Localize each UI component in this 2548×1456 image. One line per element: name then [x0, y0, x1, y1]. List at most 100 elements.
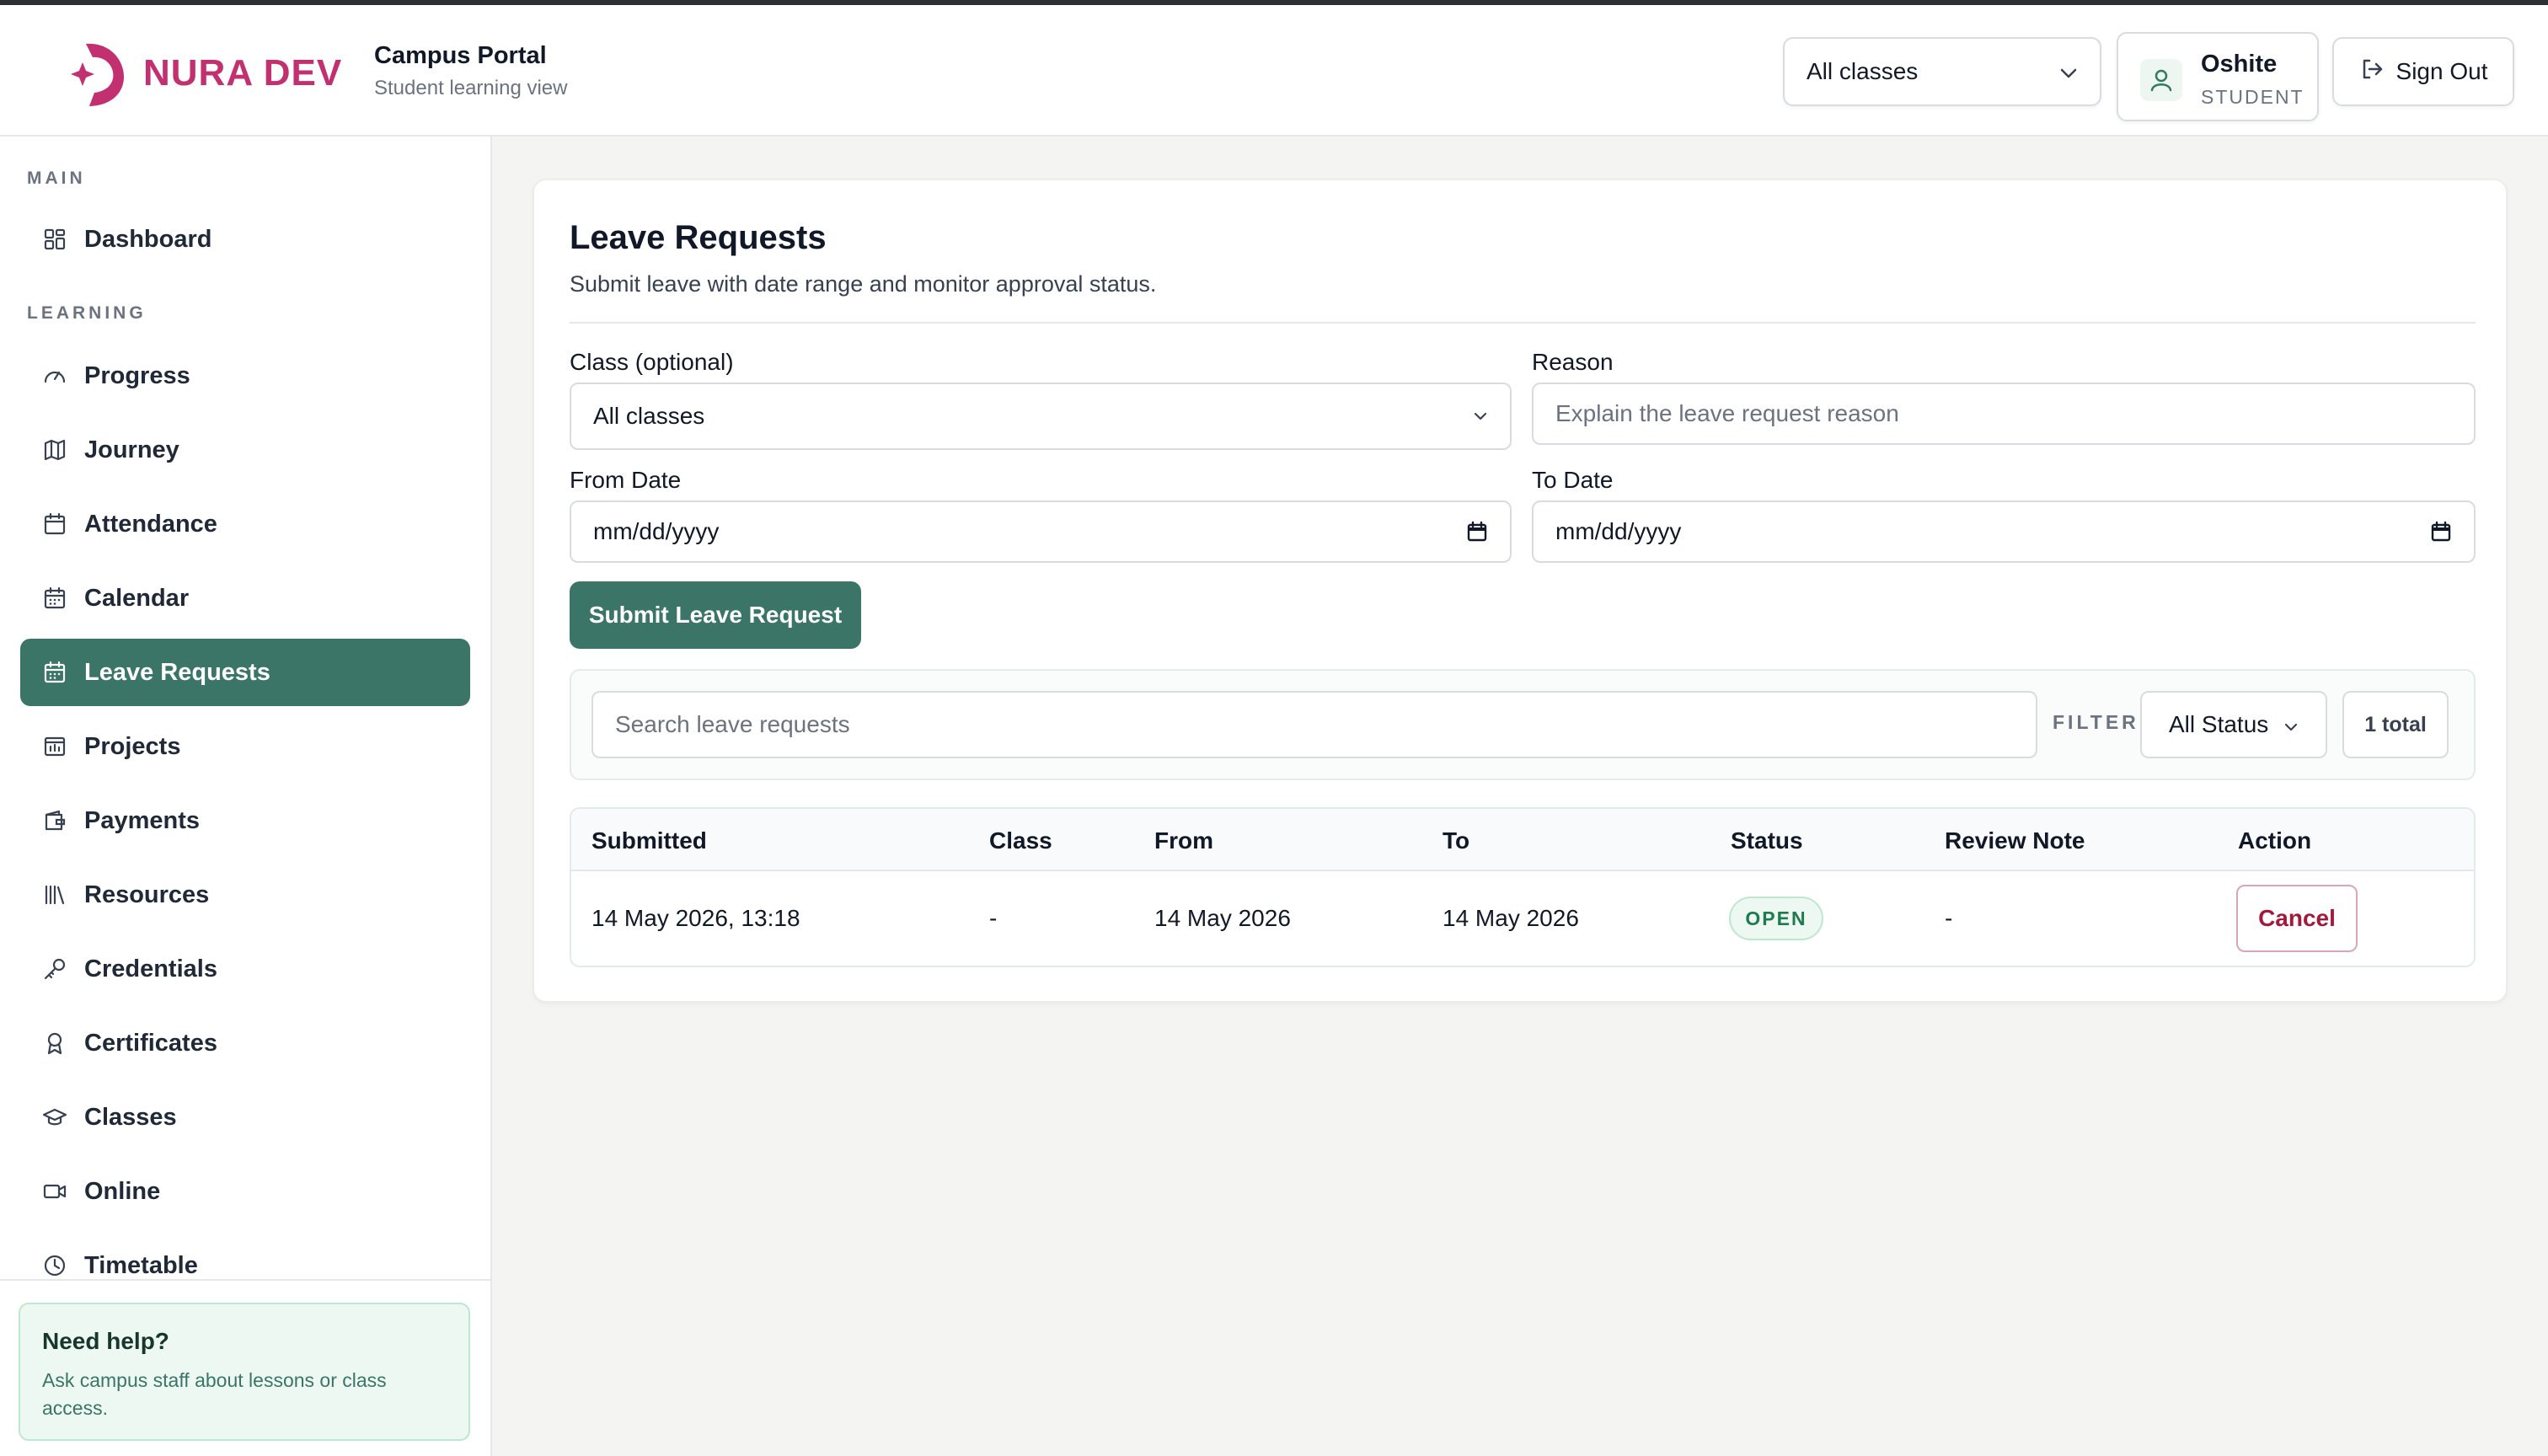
calendar-check-icon — [44, 512, 66, 535]
library-icon — [45, 885, 65, 905]
sidebar-item-label: Journey — [84, 436, 179, 463]
cell-class: - — [989, 905, 998, 931]
class-select[interactable]: All classes — [570, 383, 1512, 450]
column-header-review-note[interactable]: Review Note — [1945, 827, 2085, 854]
video-icon — [43, 1184, 67, 1199]
cell-submitted: 14 May 2026, 13:18 — [592, 905, 800, 931]
to-date-label: To Date — [1532, 467, 1614, 493]
page-title: Leave Requests — [570, 219, 827, 256]
from-date-value: mm/dd/yyyy — [593, 518, 720, 544]
sidebar-section-learning: LEARNING — [27, 303, 147, 323]
sidebar-item-label: Credentials — [84, 955, 217, 982]
user-profile-card[interactable]: Oshite STUDENT — [2117, 32, 2319, 121]
sidebar-item-label: Projects — [84, 732, 181, 760]
sidebar-item-attendance[interactable]: Attendance — [20, 490, 470, 558]
calendar-picker-icon[interactable] — [2430, 521, 2452, 543]
cell-from: 14 May 2026 — [1154, 905, 1291, 931]
submit-leave-request-button[interactable]: Submit Leave Request — [570, 581, 861, 649]
logo-mark-icon — [71, 43, 125, 106]
sidebar-item-label: Classes — [84, 1103, 177, 1131]
from-date-label: From Date — [570, 467, 682, 493]
sidebar: MAIN Dashboard LEARNING Progress Journey… — [0, 136, 492, 1456]
key-icon — [44, 958, 66, 980]
calendar-icon — [44, 661, 66, 683]
sidebar-item-timetable[interactable]: Timetable — [20, 1232, 470, 1299]
sidebar-item-journey[interactable]: Journey — [20, 416, 470, 484]
sidebar-item-classes[interactable]: Classes — [20, 1084, 470, 1151]
table-header: Submitted Class From To Status Review No… — [571, 809, 2474, 871]
sidebar-item-online[interactable]: Online — [20, 1158, 470, 1225]
sidebar-item-projects[interactable]: Projects — [20, 713, 470, 780]
header-class-select-value: All classes — [1807, 58, 1919, 84]
user-role: STUDENT — [2201, 86, 2304, 108]
leave-requests-card: Leave Requests Submit leave with date ra… — [533, 179, 2508, 1003]
sidebar-item-dashboard[interactable]: Dashboard — [20, 206, 470, 273]
chevron-down-icon — [2059, 58, 2078, 85]
sidebar-item-label: Resources — [84, 881, 210, 908]
clock-icon — [44, 1255, 66, 1277]
sidebar-item-progress[interactable]: Progress — [20, 342, 470, 410]
column-header-from[interactable]: From — [1154, 827, 1213, 854]
card-divider — [570, 322, 2476, 324]
sidebar-item-label: Payments — [84, 806, 201, 834]
sidebar-item-label: Attendance — [84, 510, 217, 538]
graduation-cap-icon — [42, 1108, 67, 1126]
column-header-submitted[interactable]: Submitted — [592, 827, 707, 854]
cancel-button[interactable]: Cancel — [2236, 885, 2358, 952]
sidebar-item-resources[interactable]: Resources — [20, 861, 470, 929]
help-card: Need help? Ask campus staff about lesson… — [19, 1303, 470, 1441]
help-text: Ask campus staff about lessons or class … — [42, 1369, 387, 1419]
cell-review-note: - — [1945, 905, 1953, 931]
search-placeholder: Search leave requests — [615, 711, 850, 737]
map-icon — [44, 439, 66, 461]
header-class-select[interactable]: All classes — [1783, 37, 2101, 106]
sidebar-item-label: Certificates — [84, 1029, 217, 1057]
cell-to: 14 May 2026 — [1443, 905, 1579, 931]
calendar-picker-icon[interactable] — [1466, 521, 1488, 543]
reason-placeholder: Explain the leave request reason — [1555, 400, 1899, 426]
sidebar-item-calendar[interactable]: Calendar — [20, 565, 470, 632]
help-title: Need help? — [42, 1328, 169, 1354]
sidebar-item-certificates[interactable]: Certificates — [20, 1009, 470, 1077]
sidebar-item-label: Leave Requests — [84, 658, 270, 686]
sidebar-item-credentials[interactable]: Credentials — [20, 935, 470, 1003]
sign-out-icon — [2359, 56, 2385, 88]
status-filter-value: All Status — [2169, 711, 2269, 737]
search-input[interactable]: Search leave requests — [592, 691, 2037, 758]
sidebar-divider — [0, 1279, 490, 1281]
sidebar-item-leave-requests[interactable]: Leave Requests — [20, 639, 470, 706]
brand-block: Campus Portal Student learning view — [374, 42, 567, 100]
column-header-status[interactable]: Status — [1731, 827, 1803, 854]
calendar-icon — [44, 586, 66, 609]
from-date-input[interactable]: mm/dd/yyyy — [570, 500, 1512, 563]
app-subtitle: Student learning view — [374, 77, 568, 99]
filter-label: FILTER — [2053, 711, 2139, 733]
status-badge: OPEN — [1729, 897, 1823, 940]
top-header: NURA DEV Campus Portal Student learning … — [0, 5, 2548, 136]
sidebar-item-label: Timetable — [84, 1251, 198, 1279]
total-count-badge: 1 total — [2342, 691, 2449, 758]
filter-bar: Search leave requests FILTER All Status … — [570, 669, 2476, 780]
class-select-value: All classes — [593, 403, 705, 429]
award-icon — [47, 1032, 62, 1055]
logo[interactable]: NURA DEV — [64, 37, 342, 110]
status-filter-select[interactable]: All Status — [2140, 691, 2327, 758]
wallet-icon — [45, 810, 66, 831]
sidebar-section-main: MAIN — [27, 169, 86, 188]
table-row[interactable]: 14 May 2026, 13:18 - 14 May 2026 14 May … — [571, 871, 2474, 966]
reason-field-label: Reason — [1532, 349, 1614, 375]
sign-out-label: Sign Out — [2395, 58, 2488, 84]
reason-input[interactable]: Explain the leave request reason — [1532, 383, 2476, 445]
sidebar-item-label: Progress — [84, 361, 190, 389]
class-field-label: Class (optional) — [570, 349, 734, 375]
sidebar-item-payments[interactable]: Payments — [20, 787, 470, 854]
chevron-down-icon — [2283, 711, 2299, 738]
to-date-input[interactable]: mm/dd/yyyy — [1532, 500, 2476, 563]
gauge-icon — [44, 371, 66, 383]
user-name: Oshite — [2201, 51, 2278, 78]
column-header-to[interactable]: To — [1443, 827, 1469, 854]
sign-out-button[interactable]: Sign Out — [2332, 37, 2514, 106]
column-header-class[interactable]: Class — [989, 827, 1052, 854]
sidebar-item-label: Dashboard — [84, 225, 212, 253]
sidebar-item-label: Calendar — [84, 584, 190, 612]
